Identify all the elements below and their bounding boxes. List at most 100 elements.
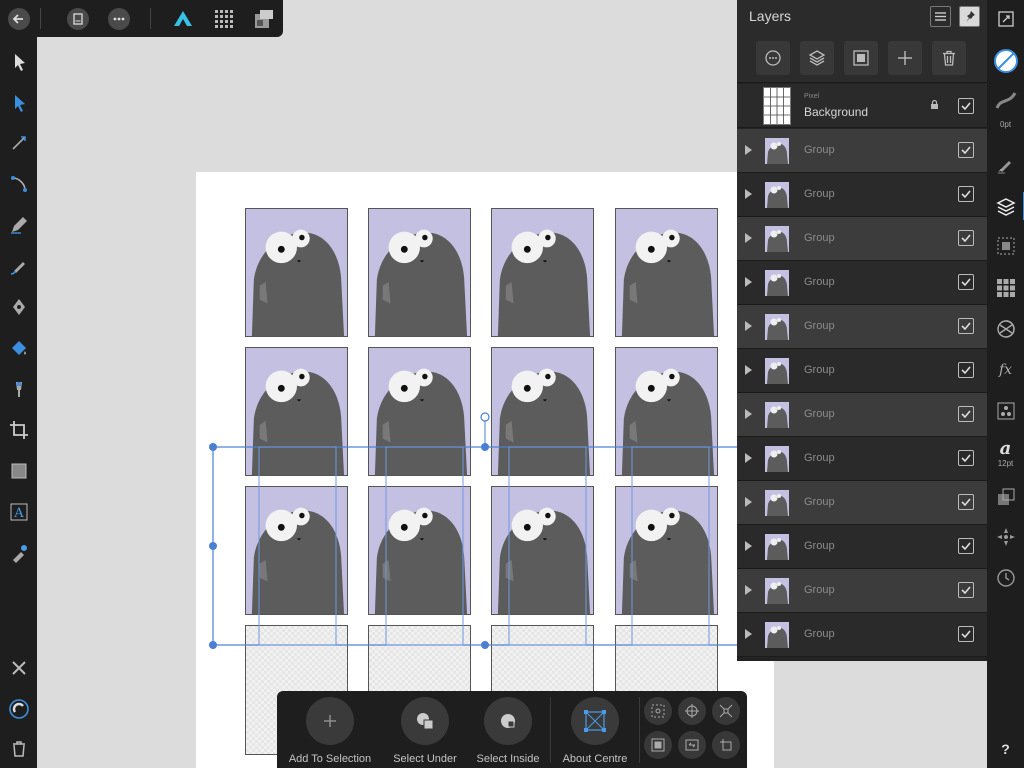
navigator-icon[interactable] (993, 524, 1018, 549)
visibility-checkbox[interactable] (958, 186, 974, 202)
close-icon[interactable] (6, 655, 31, 680)
bounding-box-icon[interactable] (644, 731, 672, 759)
creature-card[interactable] (491, 208, 594, 337)
export-persona-icon[interactable] (251, 6, 276, 31)
visibility-checkbox[interactable] (958, 538, 974, 554)
corner-tool-icon[interactable] (6, 130, 31, 155)
text-tool-icon[interactable]: A (6, 499, 31, 524)
expand-triangle-icon[interactable] (745, 409, 752, 419)
visibility-checkbox[interactable] (958, 98, 974, 114)
history-icon[interactable] (993, 565, 1018, 590)
add-layer-icon[interactable] (888, 41, 922, 75)
visibility-checkbox[interactable] (958, 274, 974, 290)
visibility-checkbox[interactable] (958, 450, 974, 466)
select-under-button[interactable]: Select Under (380, 697, 470, 768)
crosshair-icon[interactable] (678, 697, 706, 725)
transform-origin-icon[interactable] (644, 697, 672, 725)
layer-row-group[interactable]: Group (737, 437, 987, 481)
snapping-icon[interactable] (6, 696, 31, 721)
brushes-icon[interactable] (993, 151, 1018, 176)
snap-corner-icon[interactable] (712, 731, 740, 759)
transparency-tool-icon[interactable] (6, 376, 31, 401)
expand-triangle-icon[interactable] (745, 629, 752, 639)
creature-card[interactable] (368, 347, 471, 476)
visibility-checkbox[interactable] (958, 318, 974, 334)
move-tool-icon[interactable] (6, 48, 31, 73)
mask-layer-icon[interactable] (844, 41, 878, 75)
styles-icon[interactable] (993, 398, 1018, 423)
layer-row-group[interactable]: Group (737, 481, 987, 525)
help-icon[interactable]: ? (993, 736, 1018, 761)
pencil-tool-icon[interactable] (6, 212, 31, 237)
scale-inward-icon[interactable] (712, 697, 740, 725)
creature-card[interactable] (245, 347, 348, 476)
layer-row-group[interactable]: Group (737, 569, 987, 613)
layer-row-group[interactable]: Group (737, 261, 987, 305)
expand-triangle-icon[interactable] (745, 497, 752, 507)
flip-icon[interactable] (678, 731, 706, 759)
delete-layer-icon[interactable] (932, 41, 966, 75)
creature-card[interactable] (491, 486, 594, 615)
creature-card[interactable] (245, 486, 348, 615)
pin-icon[interactable] (959, 6, 980, 27)
adjustments-icon[interactable] (993, 316, 1018, 341)
layer-row-group[interactable]: Group (737, 525, 987, 569)
add-to-selection-button[interactable]: Add To Selection (285, 697, 375, 768)
color-swatch-icon[interactable] (993, 48, 1018, 73)
visibility-checkbox[interactable] (958, 142, 974, 158)
expand-triangle-icon[interactable] (745, 277, 752, 287)
color-picker-icon[interactable] (6, 540, 31, 565)
more-icon[interactable] (106, 6, 131, 31)
visibility-checkbox[interactable] (958, 230, 974, 246)
expand-triangle-icon[interactable] (745, 541, 752, 551)
visibility-checkbox[interactable] (958, 582, 974, 598)
creature-card[interactable] (615, 347, 718, 476)
layers-tab-icon[interactable] (993, 194, 1018, 219)
expand-triangle-icon[interactable] (745, 365, 752, 375)
visibility-checkbox[interactable] (958, 626, 974, 642)
visibility-checkbox[interactable] (958, 406, 974, 422)
expand-triangle-icon[interactable] (745, 585, 752, 595)
layer-row-group[interactable]: Group (737, 173, 987, 217)
fx-icon[interactable]: fx (993, 357, 1018, 382)
panel-menu-icon[interactable] (930, 6, 951, 27)
point-transform-icon[interactable] (6, 171, 31, 196)
document-icon[interactable] (65, 6, 90, 31)
expand-triangle-icon[interactable] (745, 321, 752, 331)
layer-row-background[interactable]: Pixel Background (737, 84, 987, 128)
expand-triangle-icon[interactable] (745, 453, 752, 463)
expand-triangle-icon[interactable] (745, 233, 752, 243)
layer-row-group[interactable]: Group (737, 613, 987, 657)
creature-card[interactable] (368, 486, 471, 615)
fill-tool-icon[interactable] (6, 335, 31, 360)
layer-row-group[interactable]: Group (737, 217, 987, 261)
visibility-checkbox[interactable] (958, 362, 974, 378)
node-tool-icon[interactable] (6, 89, 31, 114)
crop-tool-icon[interactable] (6, 417, 31, 442)
back-arrow-icon[interactable] (6, 6, 31, 31)
transform-icon[interactable] (993, 484, 1018, 509)
vector-brush-icon[interactable] (6, 253, 31, 278)
stroke-icon[interactable] (993, 88, 1018, 113)
canvas-page[interactable] (196, 172, 774, 768)
effects-selection-icon[interactable] (993, 233, 1018, 258)
creature-card[interactable] (491, 347, 594, 476)
layer-options-icon[interactable] (756, 41, 790, 75)
shape-tool-icon[interactable] (6, 458, 31, 483)
layer-row-group[interactable]: Group (737, 129, 987, 173)
designer-persona-icon[interactable] (170, 6, 195, 31)
layer-row-group[interactable]: Group (737, 393, 987, 437)
creature-card[interactable] (615, 208, 718, 337)
layer-row-group[interactable]: Group (737, 305, 987, 349)
text-styles-icon[interactable]: a (993, 436, 1018, 461)
about-centre-button[interactable]: About Centre (550, 697, 640, 768)
creature-card[interactable] (615, 486, 718, 615)
visibility-checkbox[interactable] (958, 494, 974, 510)
expand-triangle-icon[interactable] (745, 145, 752, 155)
fullscreen-icon[interactable] (993, 6, 1018, 31)
layer-row-group[interactable]: Group (737, 349, 987, 393)
select-inside-button[interactable]: Select Inside (463, 697, 553, 768)
creature-card[interactable] (368, 208, 471, 337)
pixel-persona-icon[interactable] (211, 6, 236, 31)
expand-triangle-icon[interactable] (745, 189, 752, 199)
